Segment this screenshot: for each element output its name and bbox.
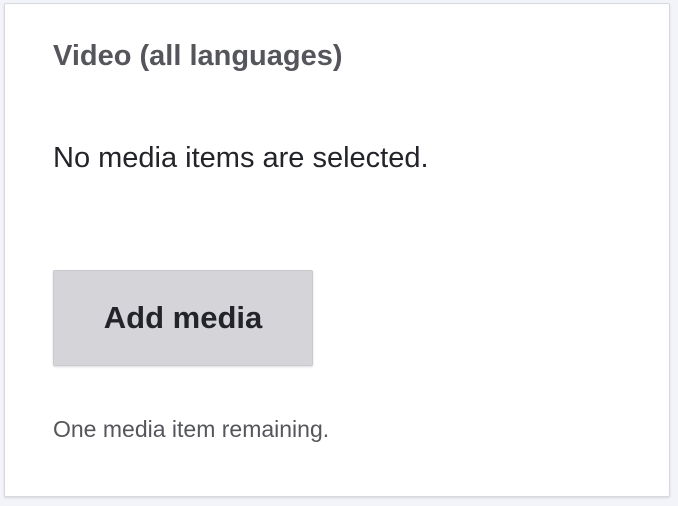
media-field-panel: Video (all languages) No media items are…: [4, 3, 670, 497]
field-title: Video (all languages): [53, 40, 343, 72]
empty-selection-message: No media items are selected.: [53, 142, 429, 174]
add-media-button[interactable]: Add media: [53, 270, 313, 366]
remaining-items-text: One media item remaining.: [53, 416, 330, 442]
